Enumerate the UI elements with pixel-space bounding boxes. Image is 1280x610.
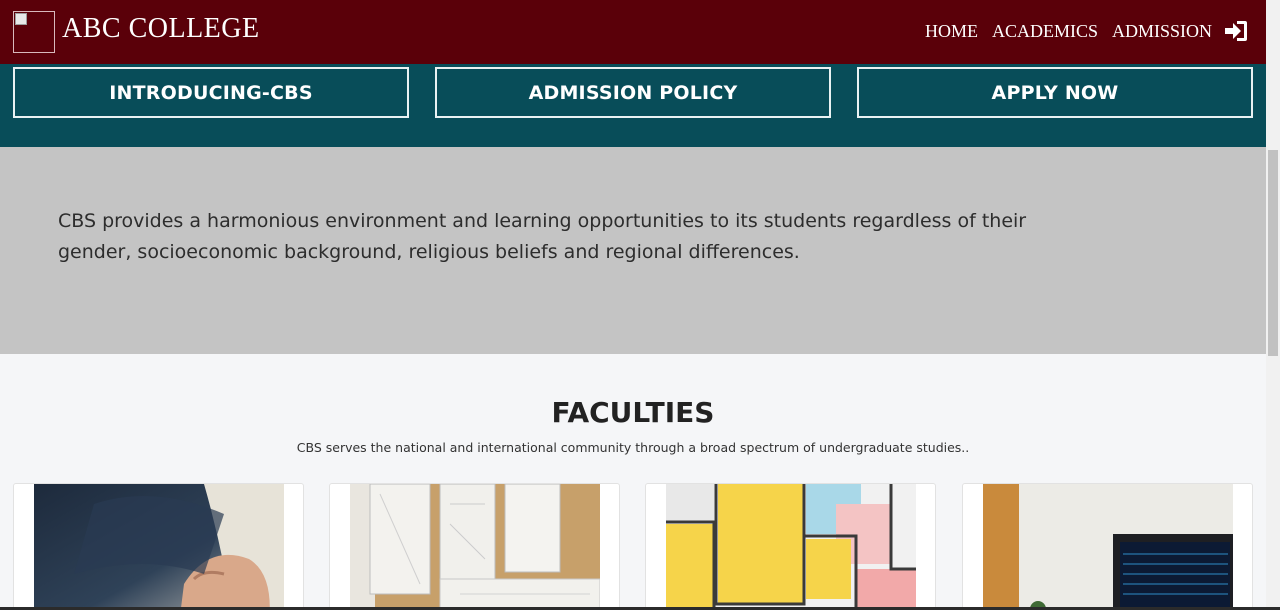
logo-image[interactable] xyxy=(13,11,55,53)
apply-now-button[interactable]: APPLY NOW xyxy=(857,67,1253,118)
admission-policy-button[interactable]: ADMISSION POLICY xyxy=(435,67,831,118)
floor-plan-photo xyxy=(666,484,916,610)
architecture-blueprints-photo xyxy=(350,484,600,610)
broken-image-icon xyxy=(15,13,27,25)
sign-in-icon[interactable] xyxy=(1224,20,1248,42)
nav-admission-link[interactable]: ADMISSION xyxy=(1112,21,1212,42)
faculty-card-finance[interactable] xyxy=(962,483,1253,610)
business-hand-photo xyxy=(34,484,284,610)
faculty-card-business[interactable] xyxy=(13,483,304,610)
nav-academics-link[interactable]: ACADEMICS xyxy=(992,21,1098,42)
faculty-card-engineering[interactable] xyxy=(645,483,936,610)
quick-links-band: INTRODUCING-CBS ADMISSION POLICY APPLY N… xyxy=(0,64,1266,147)
intro-text: CBS provides a harmonious environment an… xyxy=(58,210,1027,263)
faculties-title: FACULTIES xyxy=(551,396,715,429)
top-navbar: ABC COLLEGE HOME ACADEMICS ADMISSION xyxy=(0,0,1266,64)
brand-name[interactable]: ABC COLLEGE xyxy=(62,13,260,45)
scrollbar-thumb[interactable] xyxy=(1268,150,1278,356)
intro-section: CBS provides a harmonious environment an… xyxy=(0,147,1266,354)
page-scrollbar[interactable] xyxy=(1266,0,1280,610)
nav-home-link[interactable]: HOME xyxy=(925,21,978,42)
laptop-trading-photo xyxy=(983,484,1233,610)
introducing-cbs-button[interactable]: INTRODUCING-CBS xyxy=(13,67,409,118)
nav-links: HOME ACADEMICS ADMISSION xyxy=(911,20,1248,42)
faculty-card-architecture[interactable] xyxy=(329,483,620,610)
faculties-subtitle: CBS serves the national and internationa… xyxy=(296,440,970,455)
